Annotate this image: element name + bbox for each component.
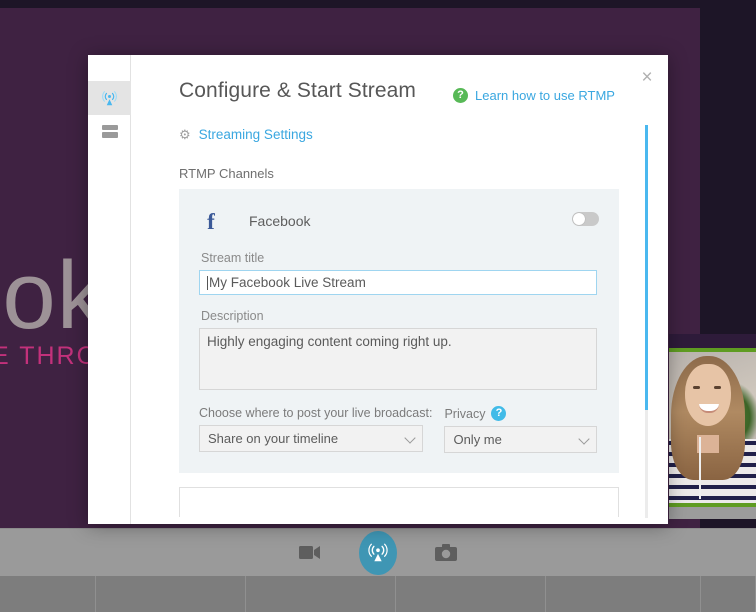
subject-face [685, 364, 731, 426]
chevron-down-icon [578, 432, 591, 445]
subject-eye-left [693, 386, 700, 389]
streaming-settings-link[interactable]: ⚙ Streaming Settings [179, 127, 313, 142]
sidebar-item-layers[interactable] [88, 115, 131, 149]
channels-scroll-area: f Facebook Stream title My Facebook Live… [179, 189, 646, 524]
stream-title-value: My Facebook Live Stream [209, 275, 366, 290]
status-bar [0, 576, 756, 612]
channel-name: Facebook [249, 213, 311, 229]
chevron-down-icon [404, 431, 416, 444]
privacy-help-icon[interactable]: ? [491, 406, 507, 421]
channel-card-header: f Facebook [199, 205, 599, 237]
post-target-group: Choose where to post your live broadcast… [199, 406, 432, 453]
bottom-toolbar [0, 528, 756, 576]
video-preview-top-band [669, 334, 756, 348]
rtmp-help-link[interactable]: ? Learn how to use RTMP [453, 88, 615, 103]
dialog-body: × Configure & Start Stream ? Learn how t… [131, 55, 668, 524]
layers-icon [101, 125, 118, 138]
rtmp-help-link-text[interactable]: Learn how to use RTMP [475, 88, 615, 103]
subject-eye-right [714, 386, 721, 389]
broadcast-button[interactable] [359, 530, 397, 575]
camera-icon[interactable] [429, 536, 463, 570]
broadcast-icon [102, 90, 117, 105]
background-subheadline-text: CE THRO [0, 342, 99, 370]
channel-enable-toggle[interactable] [572, 212, 599, 226]
status-segment [96, 576, 246, 612]
channel-card-facebook: f Facebook Stream title My Facebook Live… [179, 189, 619, 473]
privacy-label-row: Privacy ? [444, 406, 597, 421]
post-target-select[interactable]: Share on your timeline [199, 425, 423, 452]
video-camera-icon[interactable] [293, 536, 327, 570]
page-title: Configure & Start Stream [179, 79, 416, 102]
description-label: Description [201, 309, 264, 323]
post-target-label: Choose where to post your live broadcast… [199, 406, 433, 420]
stream-title-label: Stream title [201, 251, 265, 265]
section-title-rtmp-channels: RTMP Channels [179, 166, 274, 181]
status-segment [701, 576, 756, 612]
close-icon[interactable]: × [638, 68, 656, 87]
channel-options-row: Choose where to post your live broadcast… [199, 406, 599, 453]
status-segment [246, 576, 396, 612]
toggle-knob [573, 213, 585, 225]
configure-stream-dialog: × Configure & Start Stream ? Learn how t… [88, 55, 668, 524]
privacy-label: Privacy [444, 406, 486, 421]
privacy-select[interactable]: Only me [444, 426, 598, 453]
privacy-group: Privacy ? Only me [444, 406, 598, 453]
gear-icon: ⚙ [179, 127, 191, 142]
streaming-settings-label: Streaming Settings [198, 127, 313, 142]
channel-card-next-partial[interactable] [179, 487, 619, 517]
scrollbar-thumb[interactable] [645, 125, 648, 410]
earphone-cable [699, 437, 701, 499]
text-caret [207, 275, 208, 290]
video-preview [669, 334, 756, 519]
dialog-sidebar [88, 55, 131, 524]
status-segment [546, 576, 701, 612]
video-preview-border-bottom [669, 503, 756, 507]
status-segment [396, 576, 546, 612]
post-target-value: Share on your timeline [208, 431, 339, 446]
stream-title-input[interactable]: My Facebook Live Stream [199, 270, 597, 295]
help-icon: ? [453, 88, 468, 103]
sidebar-item-broadcast[interactable] [88, 81, 131, 115]
facebook-icon: f [207, 208, 215, 234]
privacy-value: Only me [453, 432, 502, 447]
status-segment [0, 576, 96, 612]
app-window: ook CE THRO [0, 0, 756, 612]
description-input[interactable]: Highly engaging content coming right up. [199, 328, 597, 390]
